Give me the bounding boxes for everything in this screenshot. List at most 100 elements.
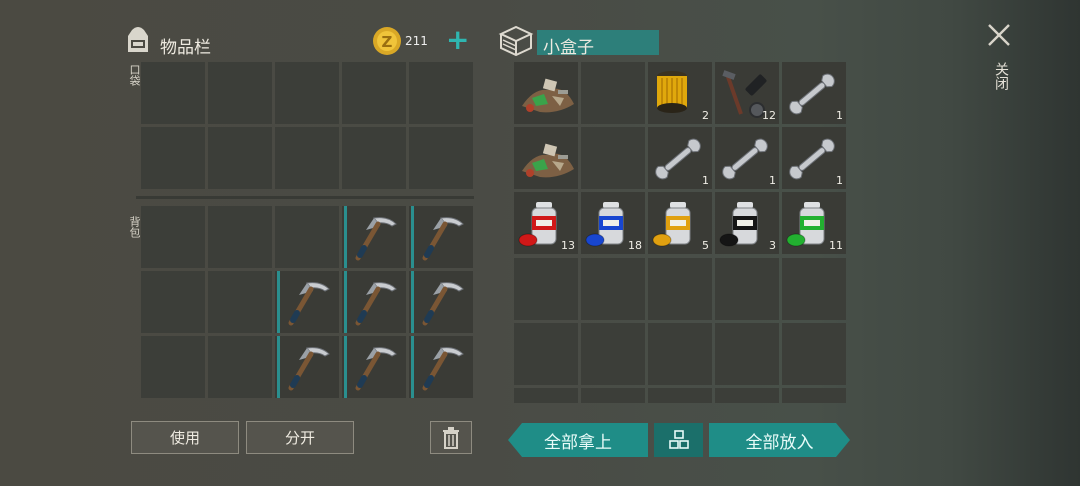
backpack-slot[interactable] — [208, 336, 272, 398]
pocket-slot[interactable] — [409, 127, 473, 189]
backpack-slot[interactable] — [342, 271, 406, 333]
box-slot[interactable]: 12 — [715, 62, 779, 124]
backpack-slot[interactable] — [342, 206, 406, 268]
wrench-icon — [786, 133, 838, 189]
spray-paint-black-icon — [719, 198, 771, 254]
spray-paint-yellow-icon — [652, 198, 704, 254]
durability-bar — [277, 336, 280, 398]
box-empty-slot[interactable] — [715, 388, 779, 403]
pocket-slot[interactable] — [208, 127, 272, 189]
backpack-slot[interactable] — [141, 271, 205, 333]
pickaxe-icon — [281, 275, 335, 333]
split-button[interactable]: 分开 — [246, 421, 354, 454]
pocket-slot[interactable] — [275, 62, 339, 124]
item-count: 1 — [836, 174, 843, 187]
box-slot[interactable]: 1 — [648, 127, 712, 189]
pocket-slot[interactable] — [141, 62, 205, 124]
inventory-title: 物品栏 — [160, 38, 211, 58]
pocket-slot[interactable] — [342, 127, 406, 189]
item-count: 2 — [702, 109, 709, 122]
add-coins-button[interactable]: + — [446, 26, 469, 54]
backpack-label: 背包 — [128, 216, 141, 238]
pickaxe-icon — [281, 340, 335, 398]
pickaxe-icon — [415, 275, 469, 333]
pickaxe-icon — [348, 210, 402, 268]
item-count: 3 — [769, 239, 776, 252]
box-empty-slot[interactable] — [581, 388, 645, 403]
backpack-slot[interactable] — [342, 336, 406, 398]
box-empty-slot[interactable] — [782, 323, 846, 385]
box-empty-slot[interactable] — [715, 258, 779, 320]
close-label: 关闭 — [993, 62, 1009, 90]
box-slot[interactable] — [514, 127, 578, 189]
box-slot[interactable] — [514, 62, 578, 124]
durability-bar — [344, 336, 347, 398]
svg-text:Z: Z — [382, 33, 393, 51]
pocket-slot[interactable] — [141, 127, 205, 189]
trash-icon — [443, 426, 459, 449]
box-slot[interactable]: 1 — [715, 127, 779, 189]
box-empty-slot[interactable] — [648, 388, 712, 403]
box-slot[interactable]: 11 — [782, 192, 846, 254]
pocket-slot[interactable] — [275, 127, 339, 189]
box-empty-slot[interactable] — [514, 388, 578, 403]
backpack-slot[interactable] — [275, 271, 339, 333]
backpack-slot[interactable] — [208, 206, 272, 268]
coin-count: 211 — [405, 34, 428, 48]
use-button[interactable]: 使用 — [131, 421, 239, 454]
box-empty-slot[interactable] — [715, 323, 779, 385]
box-empty-slot[interactable] — [514, 323, 578, 385]
close-button[interactable]: 关闭 — [986, 22, 1014, 102]
box-slot[interactable] — [581, 127, 645, 189]
put-all-button[interactable]: 全部放入 — [709, 423, 850, 457]
item-count: 1 — [769, 174, 776, 187]
pocket-slot[interactable] — [342, 62, 406, 124]
box-empty-slot[interactable] — [514, 258, 578, 320]
box-slot[interactable]: 2 — [648, 62, 712, 124]
box-slot[interactable] — [581, 62, 645, 124]
trash-button[interactable] — [430, 421, 472, 454]
scrap-pile-icon — [518, 68, 578, 124]
backpack-slot[interactable] — [141, 336, 205, 398]
oil-filter-icon — [652, 68, 692, 120]
durability-bar — [411, 336, 414, 398]
item-count: 5 — [702, 239, 709, 252]
close-icon — [988, 24, 1010, 46]
box-empty-grid — [514, 258, 846, 403]
durability-bar — [344, 271, 347, 333]
box-slot[interactable]: 1 — [782, 127, 846, 189]
box-slot[interactable]: 5 — [648, 192, 712, 254]
backpack-slot[interactable] — [275, 336, 339, 398]
box-slot[interactable]: 1 — [782, 62, 846, 124]
box-empty-slot[interactable] — [782, 388, 846, 403]
take-all-label: 全部拿上 — [544, 432, 612, 453]
backpack-slot[interactable] — [409, 271, 473, 333]
box-slot[interactable]: 3 — [715, 192, 779, 254]
pickaxe-icon — [415, 340, 469, 398]
backpack-slot[interactable] — [275, 206, 339, 268]
sort-button[interactable] — [654, 423, 703, 457]
durability-bar — [411, 271, 414, 333]
backpack-slot[interactable] — [409, 206, 473, 268]
box-empty-slot[interactable] — [581, 258, 645, 320]
box-grid: 2 12 1 1 1 1 13 18 5 3 11 — [514, 62, 846, 254]
box-empty-slot[interactable] — [782, 258, 846, 320]
backpack-icon — [128, 27, 148, 52]
pocket-slot[interactable] — [409, 62, 473, 124]
pocket-slot[interactable] — [208, 62, 272, 124]
backpack-slot[interactable] — [409, 336, 473, 398]
coin-icon: Z — [373, 27, 401, 55]
put-all-label: 全部放入 — [745, 432, 814, 453]
box-slot[interactable]: 13 — [514, 192, 578, 254]
backpack-slot[interactable] — [208, 271, 272, 333]
pickaxe-icon — [348, 340, 402, 398]
container-title: 小盒子 — [543, 38, 594, 58]
backpack-slot[interactable] — [141, 206, 205, 268]
backpack-grid — [141, 206, 473, 398]
durability-bar — [344, 206, 347, 268]
take-all-button[interactable]: 全部拿上 — [508, 423, 648, 457]
box-empty-slot[interactable] — [581, 323, 645, 385]
box-empty-slot[interactable] — [648, 258, 712, 320]
box-empty-slot[interactable] — [648, 323, 712, 385]
box-slot[interactable]: 18 — [581, 192, 645, 254]
